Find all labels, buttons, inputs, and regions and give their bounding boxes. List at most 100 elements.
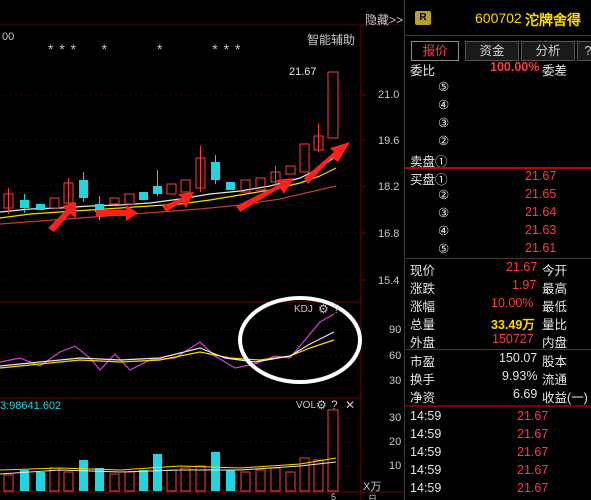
- commission-diff-label: 委差: [542, 64, 568, 78]
- tick-time: 14:59: [410, 463, 442, 477]
- buy-row: 买盘① 21.67: [405, 168, 591, 187]
- tab-more[interactable]: ?: [577, 41, 591, 61]
- kdj-d-line: [0, 339, 335, 369]
- kline-chart-area[interactable]: 00 * * * * * * * * 隐藏>> 智能辅助 21.67 21.0 …: [0, 0, 404, 500]
- tick-price: 21.67: [517, 481, 549, 495]
- tick-row: 14:59 21.67: [405, 408, 591, 426]
- stock-name: 沱牌舍得: [525, 12, 581, 28]
- tick-row: 14:59 21.67: [405, 480, 591, 498]
- vol-axis-tick: 10: [389, 460, 402, 472]
- buy-row: ③ 21.64: [405, 204, 591, 222]
- vol-help-icon[interactable]: ?: [331, 398, 338, 412]
- kline-chart-svg: [0, 24, 404, 500]
- smart-assist-button[interactable]: 智能辅助: [307, 31, 355, 48]
- price-axis-tick: 21.0: [378, 89, 400, 101]
- sell-row: ⑤: [405, 78, 591, 96]
- sell-level-label: ③: [438, 116, 450, 130]
- kdj-axis-tick: 30: [389, 375, 402, 387]
- volume-value-label: 3:98641.602: [0, 400, 62, 412]
- vol-ma-yellow: [0, 457, 337, 471]
- tick-price: 21.67: [517, 409, 549, 423]
- tick-time: 14:59: [410, 481, 442, 495]
- commission-row: 委比 100.00% 委差: [405, 59, 591, 78]
- vol-close-icon[interactable]: ✕: [345, 398, 355, 412]
- vol-axis-tick: 30: [389, 412, 402, 424]
- quote-row: 总量 33.49万 量比: [405, 313, 591, 332]
- sell-level-label: ②: [438, 134, 450, 148]
- buy-level-price: 21.65: [525, 187, 557, 201]
- sell-row: 卖盘①: [405, 150, 591, 169]
- tick-time: 14:59: [410, 427, 442, 441]
- tab-analysis[interactable]: 分析: [521, 41, 575, 61]
- buy-level-label: ⑤: [438, 242, 450, 256]
- buy-level-price: 21.67: [525, 169, 557, 183]
- buy-level-price: 21.63: [525, 223, 557, 237]
- buy-level-label: ③: [438, 206, 450, 220]
- vol-settings-icon[interactable]: ⚙: [316, 398, 327, 412]
- buy-row: ⑤ 21.61: [405, 240, 591, 258]
- kdj-title: KDJ: [294, 304, 313, 315]
- fundamental-value: 9.93%: [502, 369, 538, 383]
- quote-value: 1.97: [512, 278, 537, 292]
- sell-row: ④: [405, 96, 591, 114]
- kdj-j-line: [0, 313, 335, 371]
- tick-time: 14:59: [410, 445, 442, 459]
- tick-time: 14:59: [410, 409, 442, 423]
- left-edge-label: 00: [2, 31, 15, 43]
- kdj-k-line: [0, 331, 335, 367]
- hide-toggle[interactable]: 隐藏>>: [365, 11, 403, 28]
- tick-row: 14:59 21.67: [405, 444, 591, 462]
- sell-level-label: ⑤: [438, 80, 450, 94]
- fundamental-value: 6.69: [513, 387, 538, 401]
- commission-value: 100.00%: [490, 60, 540, 74]
- date-axis-partial: 5: [331, 492, 337, 500]
- quote-value: 150727: [492, 332, 534, 346]
- price-axis-tick: 15.4: [378, 275, 400, 287]
- buy-level-label: ②: [438, 188, 450, 202]
- sell-row: ②: [405, 132, 591, 150]
- tick-price: 21.67: [517, 445, 549, 459]
- fundamental-label: 净资: [410, 391, 436, 405]
- commission-label: 委比: [410, 64, 436, 78]
- vol-title: VOL: [296, 400, 317, 411]
- signal-stars: * * * * * * * *: [48, 41, 242, 57]
- date-axis-partial-right: 日: [368, 494, 378, 500]
- sell-row: ③: [405, 114, 591, 132]
- tick-price: 21.67: [517, 427, 549, 441]
- quote-value: 10.00%: [491, 296, 534, 310]
- tick-price: 21.67: [517, 463, 549, 477]
- quote-row: 涨跌 1.97 最高: [405, 277, 591, 296]
- price-axis-tick: 16.8: [378, 228, 400, 240]
- price-axis-tick: 19.6: [378, 135, 400, 147]
- candles: [3, 71, 339, 220]
- kdj-axis-tick: 90: [389, 324, 402, 336]
- quote-panel: R 600702 沱牌舍得 报价 资金 分析 ? 委比 100.00% 委差 ⑤…: [404, 0, 591, 500]
- stock-code: 600702: [475, 10, 522, 26]
- tick-row: 14:59 21.67: [405, 426, 591, 444]
- buy-level-price: 21.61: [525, 241, 557, 255]
- fundamental-row: 净资 6.69 收益(一): [405, 386, 591, 405]
- buy-level-price: 21.64: [525, 205, 557, 219]
- tab-funds[interactable]: 资金: [465, 41, 519, 61]
- fundamental-row: 换手 9.93% 流通: [405, 368, 591, 387]
- price-axis-tick: 18.2: [378, 181, 400, 193]
- tick-row: 14:59 21.67: [405, 462, 591, 480]
- sell-level-label: ④: [438, 98, 450, 112]
- fundamental-label-secondary: 收益(一): [542, 391, 588, 405]
- kdj-axis-tick: 60: [389, 350, 402, 362]
- kdj-help-icon[interactable]: ?: [333, 302, 340, 316]
- buy-row: ④ 21.63: [405, 222, 591, 240]
- annotation-arrows: [48, 142, 350, 232]
- tab-quote[interactable]: 报价: [411, 41, 459, 61]
- fundamental-row: 市盈 150.07 股本: [405, 350, 591, 369]
- price-high-label: 21.67: [289, 66, 317, 78]
- kdj-settings-icon[interactable]: ⚙: [318, 302, 329, 316]
- buy-row: ② 21.65: [405, 186, 591, 204]
- quote-row: 外盘 150727 内盘: [405, 331, 591, 350]
- fundamental-value: 150.07: [499, 351, 538, 365]
- quote-value: 21.67: [506, 260, 538, 274]
- quote-row: 涨幅 10.00% 最低: [405, 295, 591, 314]
- market-badge: R: [415, 11, 431, 25]
- vol-axis-tick: 20: [389, 436, 402, 448]
- quote-row: 现价 21.67 今开: [405, 259, 591, 278]
